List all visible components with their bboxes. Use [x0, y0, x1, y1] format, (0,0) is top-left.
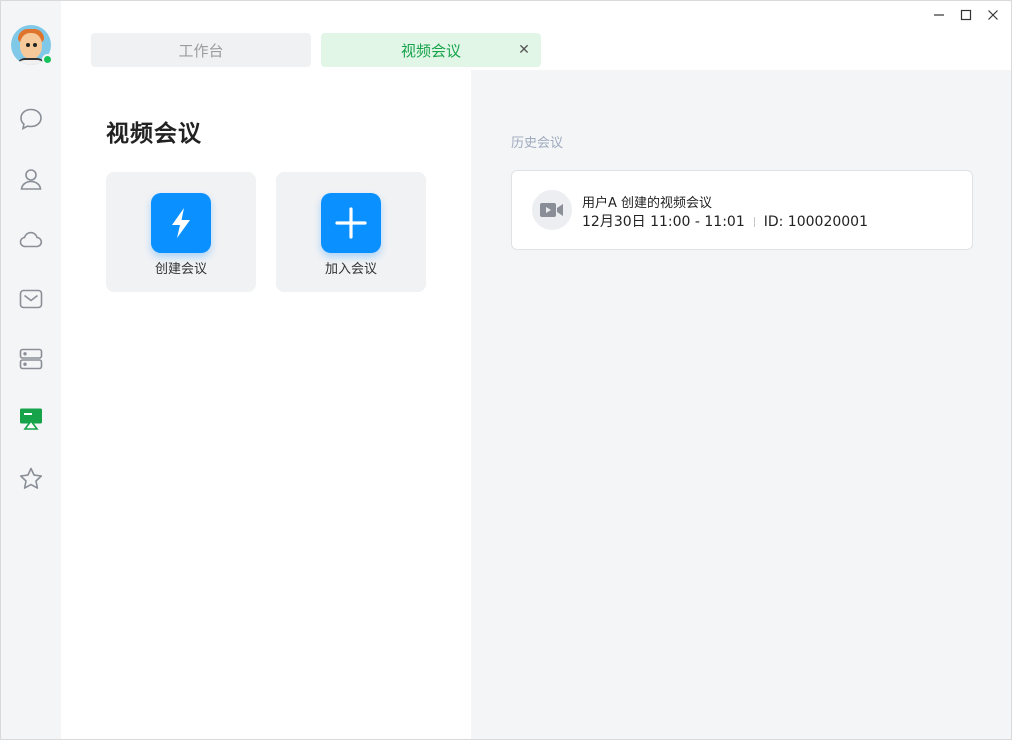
cloud-icon[interactable]	[16, 224, 46, 254]
contacts-icon[interactable]	[16, 164, 46, 194]
tab-label: 工作台	[178, 41, 224, 60]
join-meeting-button[interactable]: 加入会议	[276, 172, 426, 292]
history-panel: 历史会议 用户A 创建的视频会议 12月30日 11:00 - 11:01 ID:…	[471, 70, 1011, 739]
avatar-eye	[33, 43, 37, 47]
star-icon[interactable]	[16, 464, 46, 494]
avatar-eye	[26, 43, 30, 47]
meeting-title: 用户A 创建的视频会议	[582, 196, 713, 211]
maximize-button[interactable]	[955, 5, 977, 25]
online-status-dot	[42, 54, 53, 65]
create-meeting-label: 创建会议	[154, 262, 207, 277]
tab-label: 视频会议	[400, 41, 461, 60]
meta-divider	[753, 217, 755, 227]
meeting-icon[interactable]	[16, 404, 46, 434]
server-icon[interactable]	[16, 344, 46, 374]
plus-icon	[321, 193, 381, 253]
sidebar	[1, 1, 61, 739]
minimize-button[interactable]	[928, 5, 950, 25]
join-meeting-label: 加入会议	[324, 262, 377, 277]
tab-close-button[interactable]: ✕	[515, 41, 533, 59]
video-camera-icon	[532, 190, 572, 230]
create-meeting-button[interactable]: 创建会议	[106, 172, 256, 292]
meeting-time: 12月30日 11:00 - 11:01	[582, 214, 745, 230]
tab-video-meeting[interactable]: 视频会议 ✕	[321, 33, 541, 67]
avatar-face	[20, 33, 42, 59]
meeting-id: ID: 100020001	[763, 214, 868, 230]
app-window: 工作台 视频会议 ✕ 视频会议 创建会议 加入会议 历史会议 用户A 创建的视频…	[0, 0, 1012, 740]
tab-workbench[interactable]: 工作台	[91, 33, 311, 67]
meeting-meta: 12月30日 11:00 - 11:01 ID: 100020001	[582, 211, 868, 231]
page-title: 视频会议	[106, 121, 202, 147]
lightning-icon	[151, 193, 211, 253]
meeting-actions-panel: 视频会议 创建会议 加入会议	[61, 70, 471, 739]
mail-icon[interactable]	[16, 284, 46, 314]
chat-icon[interactable]	[16, 104, 46, 134]
history-heading: 历史会议	[511, 136, 564, 151]
avatar-shirt	[17, 58, 45, 65]
history-meeting-item[interactable]: 用户A 创建的视频会议 12月30日 11:00 - 11:01 ID: 1000…	[511, 170, 973, 250]
close-window-button[interactable]	[982, 5, 1004, 25]
